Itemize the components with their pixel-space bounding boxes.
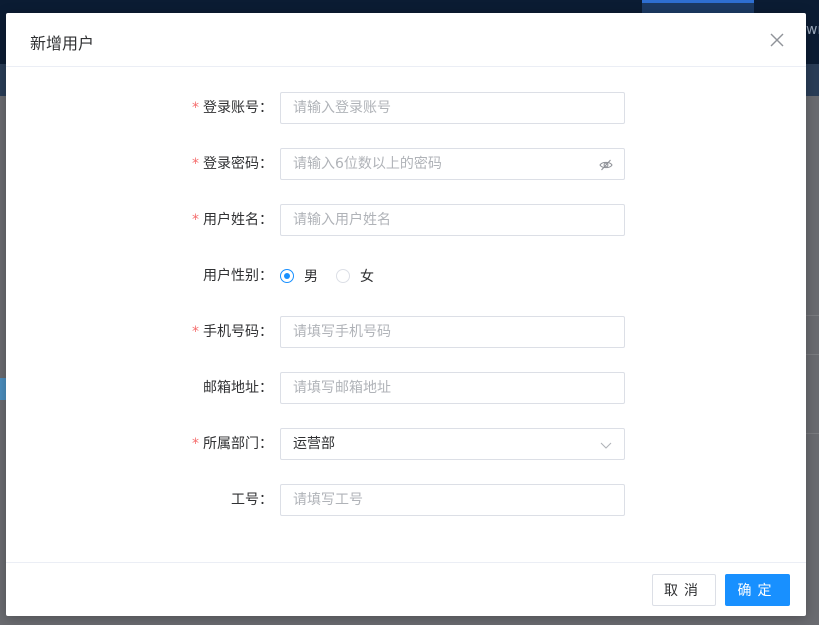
phone-input-box (280, 316, 625, 348)
dialog-footer: 取消 确定 (6, 562, 806, 616)
form-row-account: * 登录账号： (6, 92, 806, 124)
add-user-dialog: 新增用户 *登录账号： *登录密码： *用户姓名： (6, 13, 806, 616)
name-input[interactable] (281, 205, 624, 235)
account-input-box (280, 92, 625, 124)
gender-radio-male[interactable]: 男 (280, 266, 318, 286)
cancel-button[interactable]: 取消 (652, 574, 716, 606)
dialog-header: 新增用户 (6, 13, 806, 67)
password-input-box (280, 148, 625, 180)
phone-label: * 手机号码： (192, 324, 273, 340)
gender-radio-female[interactable]: 女 (336, 266, 374, 286)
radio-label: 男 (304, 269, 318, 285)
required-mark: * (192, 212, 199, 228)
employee-id-input-box (280, 484, 625, 516)
dialog-title: 新增用户 (30, 34, 95, 53)
form-row-password: * 登录密码： (6, 148, 806, 180)
required-mark: * (192, 100, 199, 116)
background-divider (806, 315, 819, 316)
chevron-down-icon (600, 442, 612, 449)
account-input[interactable] (281, 93, 624, 123)
radio-unchecked-icon (336, 269, 350, 283)
email-input-box (280, 372, 625, 404)
form-row-email: 邮箱地址： (6, 372, 806, 404)
name-input-box (280, 204, 625, 236)
account-label: * 登录账号： (192, 100, 273, 116)
background-divider (806, 354, 819, 355)
password-input[interactable] (281, 149, 624, 179)
form-row-department: * 所属部门： 运营部 (6, 428, 806, 460)
form-row-phone: * 手机号码： (6, 316, 806, 348)
required-mark: * (192, 436, 199, 452)
background-topbar-text: wr (806, 22, 819, 38)
background-divider (806, 433, 819, 434)
radio-label: 女 (360, 269, 374, 285)
password-label: * 登录密码： (192, 156, 273, 172)
required-mark: * (192, 324, 199, 340)
radio-checked-icon (280, 269, 294, 283)
name-label: * 用户姓名： (192, 212, 273, 228)
background-active-tab-indicator (642, 0, 754, 3)
close-icon[interactable] (768, 31, 786, 49)
email-input[interactable] (281, 373, 624, 403)
email-label: 邮箱地址： (203, 380, 273, 396)
form-row-gender: 用户性别： 男 女 (6, 260, 806, 292)
employee-id-input[interactable] (281, 485, 624, 515)
department-select-value: 运营部 (293, 436, 335, 452)
phone-input[interactable] (281, 317, 624, 347)
gender-radio-group: 男 女 (280, 260, 392, 292)
form-row-employee-id: 工号： (6, 484, 806, 516)
form-row-name: * 用户姓名： (6, 204, 806, 236)
employee-id-label: 工号： (231, 492, 273, 508)
department-select[interactable]: 运营部 (280, 428, 625, 460)
eye-off-icon[interactable] (599, 158, 613, 172)
confirm-button[interactable]: 确定 (725, 574, 790, 606)
required-mark: * (192, 156, 199, 172)
gender-label: 用户性别： (203, 268, 273, 284)
department-label: * 所属部门： (192, 436, 273, 452)
